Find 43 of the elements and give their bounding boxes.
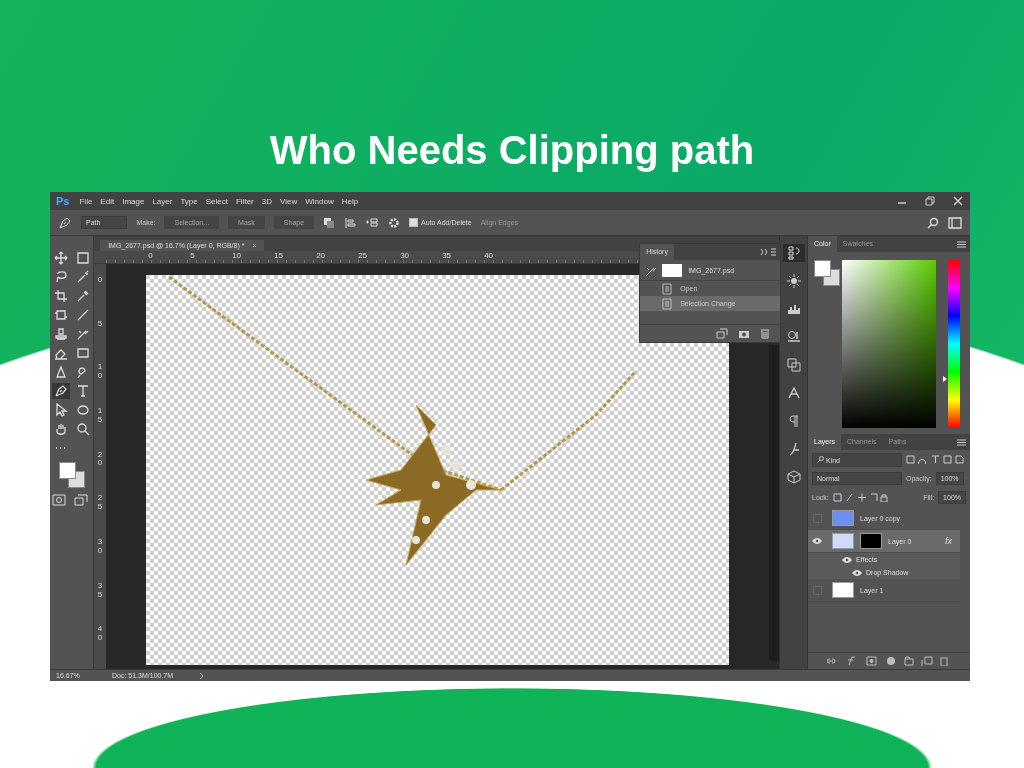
pen-tool-icon[interactable] (51, 383, 70, 399)
new-document-icon[interactable] (716, 328, 729, 339)
panel-menu-icon[interactable] (957, 240, 966, 248)
eye-icon[interactable] (842, 556, 852, 563)
menu-item[interactable]: File (79, 196, 93, 206)
layer-filter-icons[interactable] (906, 455, 966, 464)
menu-item[interactable]: Filter (236, 196, 254, 206)
align-icon[interactable] (344, 216, 357, 229)
search-icon[interactable] (927, 216, 939, 229)
workspace-icon[interactable] (948, 216, 962, 229)
restore-icon[interactable] (924, 195, 936, 207)
app-logo: Ps (56, 195, 70, 207)
panel-menu-icon[interactable] (957, 438, 966, 446)
scroll-track[interactable] (769, 345, 780, 661)
color-swatches-icon[interactable] (58, 462, 85, 488)
camera-icon[interactable] (738, 328, 751, 339)
history-panel-icon[interactable] (782, 244, 805, 262)
document-icon (662, 297, 673, 310)
left-ruler: 0 5 10 15 20 25 30 35 40 (94, 264, 107, 669)
chevron-icon[interactable] (199, 671, 206, 680)
close-icon[interactable] (952, 195, 964, 207)
headline: Who Needs Clipping path (269, 128, 755, 174)
menu-item[interactable]: Type (180, 196, 198, 206)
pen-icon[interactable] (58, 215, 72, 230)
eye-icon[interactable] (812, 538, 822, 544)
menu-item[interactable]: Layer (152, 196, 173, 206)
color-picker-field[interactable] (842, 260, 936, 428)
menu-item[interactable]: View (280, 196, 298, 206)
menu-item[interactable]: Image (122, 196, 145, 206)
menu-item[interactable]: Help (341, 196, 359, 206)
gear-icon[interactable] (388, 216, 401, 229)
eye-icon[interactable] (852, 569, 862, 576)
menu-item[interactable]: Edit (100, 196, 115, 206)
path-operations-icon[interactable] (323, 216, 336, 229)
menu-item[interactable]: 3D (261, 196, 272, 206)
panel-menu-icon[interactable] (760, 248, 777, 256)
document-icon (662, 282, 673, 295)
effects-label: fx (945, 536, 952, 546)
menu-item[interactable]: Window (305, 196, 334, 206)
search-icon (817, 455, 824, 463)
lock-icons[interactable] (832, 493, 891, 502)
layer-actions-icons[interactable] (827, 656, 951, 666)
menu-item[interactable]: Select (205, 196, 228, 206)
